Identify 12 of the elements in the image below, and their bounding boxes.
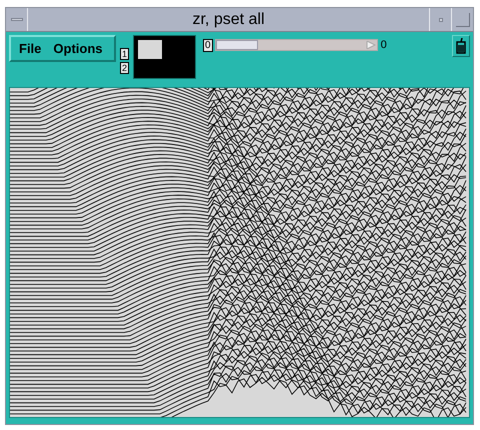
slider-label: 0 [203,38,213,52]
window-title: zr, pset all [191,10,266,30]
frame-button[interactable]: 2 [120,62,130,74]
menu-item[interactable]: File [19,38,42,58]
maximize-button[interactable] [451,8,473,31]
preview-swatch [138,40,162,59]
right-arrow-icon[interactable] [366,41,376,50]
frame-button[interactable]: 1 [120,48,130,60]
menu-item[interactable]: Options [53,38,103,58]
trash-can-icon[interactable] [452,35,470,57]
slider-thumb[interactable] [216,40,258,50]
slider-value: 0 [380,38,387,53]
